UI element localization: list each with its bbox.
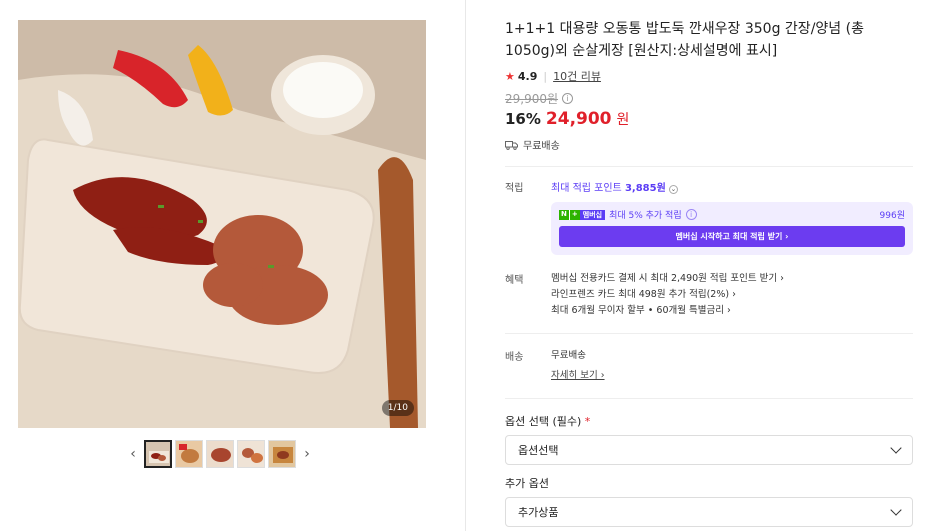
benefits-label: 혜택: [505, 275, 524, 286]
info-icon[interactable]: i: [562, 93, 574, 104]
prev-image-button[interactable]: ‹: [125, 440, 141, 468]
divider: [505, 398, 913, 399]
option-extra-label: 추가 옵션: [505, 477, 549, 490]
max-points-value: 3,885원: [624, 183, 666, 194]
price-row: 16% 24,900 원: [505, 109, 913, 129]
thumbnail[interactable]: [237, 440, 265, 468]
rating-score: 4.9: [517, 69, 538, 83]
delivery-label: 배송: [505, 352, 524, 363]
product-gallery: 1/10 ‹ ›: [0, 0, 465, 531]
rating-row: ★ 4.9 | 10건 리뷰: [505, 68, 913, 84]
currency-unit: 원: [616, 112, 630, 128]
option-required-label: 옵션 선택 (필수) *: [505, 413, 913, 429]
original-price-row: 29,900원 i: [505, 90, 913, 107]
delivery-value: 무료배송: [551, 350, 586, 361]
chevron-down-icon: [890, 504, 902, 516]
benefit-item[interactable]: 최대 6개월 무이자 할부 • 60개월 특별금리 ›: [551, 303, 913, 319]
required-mark: *: [584, 415, 591, 428]
membership-box: N + 멤버십 최대 5% 추가 적립 i 996원 멤버십 시작하고 최대 적립 …: [551, 202, 913, 255]
benefits-row: 혜택 멤버십 전용카드 결제 시 최대 2,490원 적립 포인트 받기 › 라…: [505, 271, 913, 319]
option-extra-section: 추가 옵션 추가상품: [505, 475, 913, 527]
membership-amount: 996원: [879, 211, 905, 221]
option-required-section: 옵션 선택 (필수) * 옵션선택: [505, 413, 913, 465]
next-image-button[interactable]: ›: [299, 440, 315, 468]
review-link[interactable]: 10건 리뷰: [553, 68, 601, 84]
shipping-summary: 무료배송: [505, 137, 913, 152]
points-label: 적립: [505, 183, 524, 194]
naver-plus-badge: N + 멤버십: [559, 209, 606, 220]
option-required-text: 옵션 선택 (필수): [505, 415, 582, 428]
thumbnail[interactable]: [206, 440, 234, 468]
separator: |: [543, 69, 548, 83]
product-photo: [18, 20, 426, 428]
chevron-down-icon: ⌄: [668, 185, 678, 194]
membership-start-button[interactable]: 멤버십 시작하고 최대 적립 받기 ›: [559, 226, 905, 247]
thumbnail[interactable]: [175, 440, 203, 468]
option-select[interactable]: 옵션선택: [505, 435, 913, 465]
option-select-value: 옵션선택: [518, 444, 559, 457]
column-divider: [465, 0, 466, 531]
main-product-image[interactable]: 1/10: [18, 20, 426, 428]
image-counter: 1/10: [381, 400, 414, 416]
max-points-text: 최대 적립 포인트: [551, 183, 622, 194]
points-row: 적립 최대 적립 포인트 3,885원 ⌄ N + 멤버십 최대 5% 추가 적립 …: [505, 179, 913, 255]
membership-extra-text: 최대 5% 추가 적립: [609, 211, 682, 221]
star-icon: ★: [505, 69, 515, 83]
truck-icon: [505, 140, 518, 150]
max-points-link[interactable]: 최대 적립 포인트 3,885원 ⌄: [551, 179, 913, 194]
thumbnail[interactable]: [144, 440, 172, 468]
product-title: 1+1+1 대용량 오동통 밥도둑 깐새우장 350g 간장/양념 (총1050…: [505, 21, 864, 59]
shipping-text: 무료배송: [523, 141, 560, 152]
benefit-item[interactable]: 라인프렌즈 카드 최대 498원 추가 적립(2%) ›: [551, 287, 913, 303]
extra-option-value: 추가상품: [518, 506, 559, 519]
original-price: 29,900원: [505, 92, 559, 106]
info-icon[interactable]: i: [685, 209, 697, 220]
thumbnail-strip: ‹ ›: [125, 440, 315, 468]
benefit-item[interactable]: 멤버십 전용카드 결제 시 최대 2,490원 적립 포인트 받기 ›: [551, 271, 913, 287]
product-info: 1+1+1 대용량 오동통 밥도둑 깐새우장 350g 간장/양념 (총1050…: [505, 18, 913, 527]
extra-option-select[interactable]: 추가상품: [505, 497, 913, 527]
sale-price: 24,900: [545, 109, 612, 129]
chevron-down-icon: [890, 442, 902, 454]
delivery-row: 배송 무료배송 자세히 보기 ›: [505, 348, 913, 384]
delivery-detail-link[interactable]: 자세히 보기 ›: [551, 368, 913, 384]
divider: [505, 333, 913, 334]
thumbnail[interactable]: [268, 440, 296, 468]
discount-rate: 16%: [505, 110, 541, 128]
divider: [505, 166, 913, 167]
